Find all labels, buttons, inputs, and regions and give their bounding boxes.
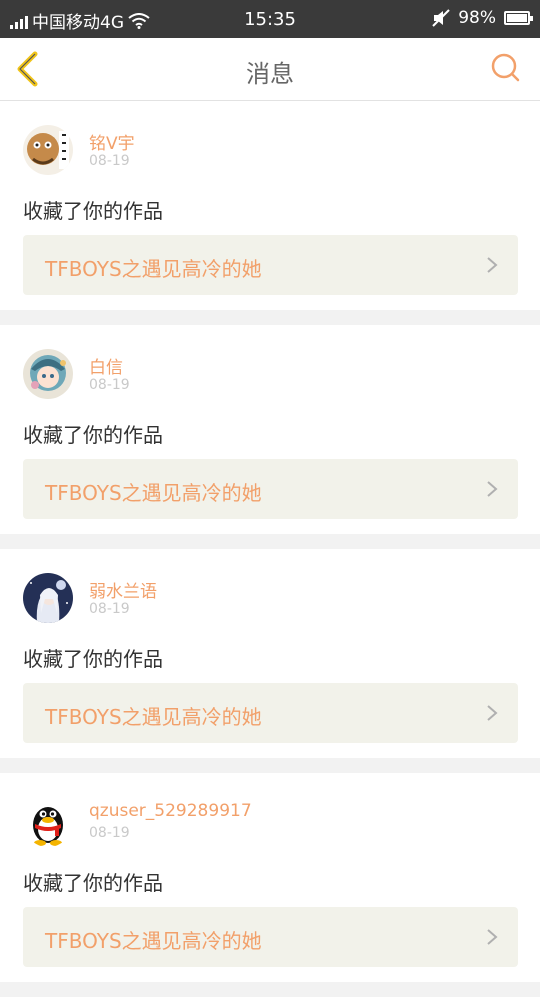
work-title: TFBOYS之遇见高冷的她 — [45, 705, 262, 729]
mute-icon — [432, 9, 450, 27]
message-date: 08-19 — [89, 377, 130, 393]
message-date: 08-19 — [89, 601, 130, 617]
message-list: 铭V宇 08-19 收藏了你的作品 TFBOYS之遇见高冷的她 白信 08-19… — [0, 101, 540, 997]
username[interactable]: 铭V宇 — [89, 129, 135, 154]
work-link[interactable]: TFBOYS之遇见高冷的她 — [23, 459, 518, 519]
back-button[interactable] — [12, 50, 46, 88]
chevron-right-icon — [487, 705, 498, 721]
user-avatar[interactable] — [23, 125, 73, 175]
battery-percent: 98% — [458, 8, 496, 28]
chevron-right-icon — [487, 257, 498, 273]
username[interactable]: 白信 — [89, 353, 123, 378]
message-card: 白信 08-19 收藏了你的作品 TFBOYS之遇见高冷的她 — [0, 325, 540, 534]
user-avatar[interactable] — [23, 573, 73, 623]
username[interactable]: qzuser_529289917 — [89, 801, 252, 821]
message-date: 08-19 — [89, 153, 130, 169]
message-card: qzuser_529289917 08-19 收藏了你的作品 TFBOYS之遇见… — [0, 773, 540, 982]
status-right: 98% — [432, 8, 533, 28]
message-card: 铭V宇 08-19 收藏了你的作品 TFBOYS之遇见高冷的她 — [0, 101, 540, 310]
chevron-right-icon — [487, 481, 498, 497]
username[interactable]: 弱水兰语 — [89, 577, 157, 602]
page-title: 消息 — [246, 60, 294, 88]
battery-icon — [504, 11, 533, 25]
user-avatar[interactable] — [23, 349, 73, 399]
action-text: 收藏了你的作品 — [23, 423, 163, 447]
action-text: 收藏了你的作品 — [23, 199, 163, 223]
message-card: 弱水兰语 08-19 收藏了你的作品 TFBOYS之遇见高冷的她 — [0, 549, 540, 758]
message-date: 08-19 — [89, 825, 130, 841]
qq-penguin-icon[interactable] — [23, 797, 73, 847]
work-title: TFBOYS之遇见高冷的她 — [45, 257, 262, 281]
work-link[interactable]: TFBOYS之遇见高冷的她 — [23, 907, 518, 967]
action-text: 收藏了你的作品 — [23, 871, 163, 895]
action-text: 收藏了你的作品 — [23, 647, 163, 671]
work-link[interactable]: TFBOYS之遇见高冷的她 — [23, 235, 518, 295]
search-button[interactable] — [490, 52, 522, 84]
status-bar: 中国移动4G 15:35 98% — [0, 0, 540, 38]
work-title: TFBOYS之遇见高冷的她 — [45, 481, 262, 505]
work-link[interactable]: TFBOYS之遇见高冷的她 — [23, 683, 518, 743]
nav-header: 消息 — [0, 38, 540, 101]
chevron-right-icon — [487, 929, 498, 945]
work-title: TFBOYS之遇见高冷的她 — [45, 929, 262, 953]
